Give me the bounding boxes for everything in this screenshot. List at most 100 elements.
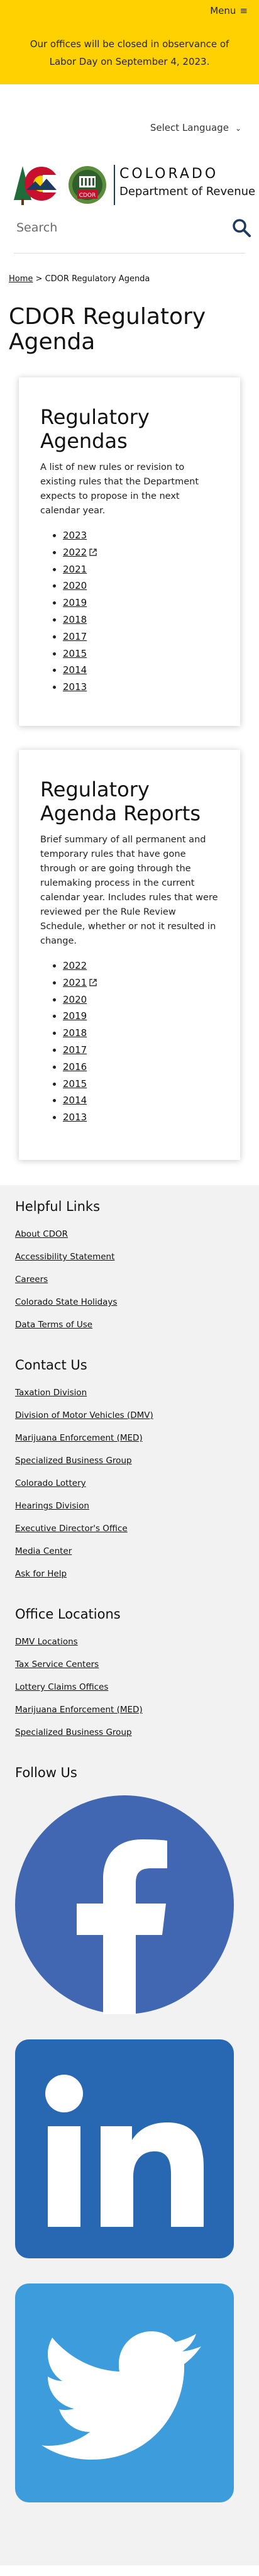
menu-button[interactable]: Menu ≡	[210, 5, 248, 16]
external-link-icon	[89, 549, 97, 556]
footer-link[interactable]: Colorado Lottery	[15, 1478, 86, 1488]
year-link[interactable]: 2021	[63, 977, 87, 988]
agendas-description: A list of new rules or revision to exist…	[40, 462, 199, 516]
footer-link[interactable]: Taxation Division	[15, 1388, 87, 1398]
site-logo[interactable]: CDOR COLORADO Department of Revenue	[0, 162, 259, 214]
language-select-label: Select Language	[150, 122, 229, 133]
hamburger-icon: ≡	[240, 5, 248, 16]
footer-link[interactable]: Data Terms of Use	[15, 1320, 92, 1330]
footer-link[interactable]: Colorado State Holidays	[15, 1297, 117, 1307]
year-link[interactable]: 2022	[63, 547, 87, 558]
year-link[interactable]: 2020	[63, 580, 87, 591]
year-link[interactable]: 2020	[63, 994, 87, 1005]
office-locations-title: Office Locations	[15, 1607, 121, 1622]
linkedin-icon[interactable]	[15, 2039, 234, 2258]
year-list-item: 2019	[63, 1008, 219, 1025]
footer-link[interactable]: DMV Locations	[15, 1637, 78, 1647]
year-link[interactable]: 2015	[63, 648, 87, 659]
search-icon[interactable]	[231, 218, 251, 238]
year-link[interactable]: 2018	[63, 1027, 87, 1039]
year-list-item: 2020	[63, 991, 219, 1008]
regulatory-reports-card: Regulatory Agenda Reports Brief summary …	[19, 750, 240, 1160]
chevron-down-icon: ⌄	[234, 124, 241, 133]
footer-link[interactable]: Accessibility Statement	[15, 1252, 114, 1262]
agendas-year-list: 2023 2022 2021 2020 2019 2018 2017 2015 2014 2013	[40, 527, 219, 696]
footer-link[interactable]: Specialized Business Group	[15, 1727, 132, 1737]
year-link[interactable]: 2017	[63, 631, 87, 642]
year-list-item: 2013	[63, 1109, 219, 1126]
footer-link[interactable]: Ask for Help	[15, 1569, 67, 1579]
top-bar: Menu ≡	[0, 0, 259, 20]
year-list-item: 2018	[63, 611, 219, 628]
helpful-links-list: About CDOR Accessibility Statement Careers…	[15, 1223, 244, 1336]
footer-link[interactable]: Tax Service Centers	[15, 1659, 99, 1670]
page-title: CDOR Regulatory Agenda	[9, 304, 206, 355]
footer-list-item: Hearings Division	[15, 1495, 244, 1517]
year-list-item: 2017	[63, 628, 219, 645]
year-list-item: 2022	[63, 957, 219, 974]
year-list-item: 2021	[63, 974, 219, 991]
year-list-item: 2017	[63, 1042, 219, 1059]
year-link[interactable]: 2023	[63, 530, 87, 541]
office-locations-list: DMV Locations Tax Service Centers Lottery …	[15, 1631, 244, 1744]
year-list-item: 2021	[63, 561, 219, 578]
breadcrumb: Home > CDOR Regulatory Agenda	[0, 274, 259, 304]
footer-link[interactable]: Executive Director's Office	[15, 1524, 128, 1534]
year-list-item: 2015	[63, 645, 219, 662]
brand-department: Department of Revenue	[119, 185, 256, 198]
reports-year-list: 2022 2021 2020 2019 2018 2017 2016 2015 2014 2013	[40, 957, 219, 1126]
year-list-item: 2023	[63, 527, 219, 544]
helpful-links-title: Helpful Links	[15, 1199, 101, 1214]
footer-list-item: Colorado State Holidays	[15, 1291, 244, 1313]
brand-name: COLORADO	[119, 166, 219, 182]
year-link[interactable]: 2016	[63, 1061, 87, 1073]
year-link[interactable]: 2014	[63, 1095, 87, 1106]
search-bar	[0, 214, 259, 274]
footer-link[interactable]: Hearings Division	[15, 1501, 89, 1511]
breadcrumb-home[interactable]: Home	[9, 274, 33, 284]
year-link[interactable]: 2018	[63, 614, 87, 625]
site-footer: Helpful Links About CDOR Accessibility St…	[0, 1185, 259, 2565]
year-link[interactable]: 2013	[63, 1112, 87, 1123]
footer-link[interactable]: Lottery Claims Offices	[15, 1682, 108, 1692]
year-link[interactable]: 2013	[63, 681, 87, 693]
footer-list-item: Ask for Help	[15, 1563, 244, 1585]
year-link[interactable]: 2019	[63, 1010, 87, 1022]
contact-us-title: Contact Us	[15, 1358, 87, 1373]
search-input[interactable]	[16, 216, 224, 239]
year-link[interactable]: 2021	[63, 564, 87, 575]
reports-description: Brief summary of all permanent and tempo…	[40, 835, 218, 946]
footer-link[interactable]: Division of Motor Vehicles (DMV)	[15, 1410, 153, 1420]
footer-link[interactable]: About CDOR	[15, 1229, 68, 1239]
svg-text:CDOR: CDOR	[79, 192, 96, 199]
footer-list-item: Marijuana Enforcement (MED)	[15, 1698, 244, 1721]
footer-list-item: Data Terms of Use	[15, 1313, 244, 1336]
breadcrumb-separator: >	[35, 274, 43, 284]
language-select[interactable]: Select Language ⌄	[150, 122, 241, 133]
year-list-item: 2020	[63, 577, 219, 594]
year-link[interactable]: 2017	[63, 1044, 87, 1056]
external-link-icon	[89, 979, 97, 986]
footer-link[interactable]: Media Center	[15, 1546, 72, 1556]
year-list-item: 2019	[63, 594, 219, 611]
footer-list-item: DMV Locations	[15, 1631, 244, 1653]
footer-link[interactable]: Specialized Business Group	[15, 1456, 132, 1466]
year-link[interactable]: 2022	[63, 960, 87, 971]
footer-link[interactable]: Careers	[15, 1274, 48, 1285]
footer-link[interactable]: Marijuana Enforcement (MED)	[15, 1705, 143, 1715]
year-link[interactable]: 2014	[63, 664, 87, 676]
footer-link[interactable]: Marijuana Enforcement (MED)	[15, 1433, 143, 1443]
year-link[interactable]: 2015	[63, 1078, 87, 1090]
year-list-item: 2015	[63, 1076, 219, 1093]
year-link[interactable]: 2019	[63, 597, 87, 608]
footer-list-item: Lottery Claims Offices	[15, 1676, 244, 1698]
footer-list-item: Executive Director's Office	[15, 1517, 244, 1540]
regulatory-agendas-card: Regulatory Agendas A list of new rules o…	[19, 377, 240, 726]
search-underline	[14, 253, 245, 254]
year-list-item: 2014	[63, 662, 219, 679]
year-list-item: 2018	[63, 1025, 219, 1042]
twitter-icon[interactable]	[15, 2283, 234, 2502]
closure-alert: Our offices will be closed in observance…	[0, 20, 259, 84]
logo-divider	[114, 165, 115, 205]
facebook-icon[interactable]	[15, 1795, 234, 2014]
